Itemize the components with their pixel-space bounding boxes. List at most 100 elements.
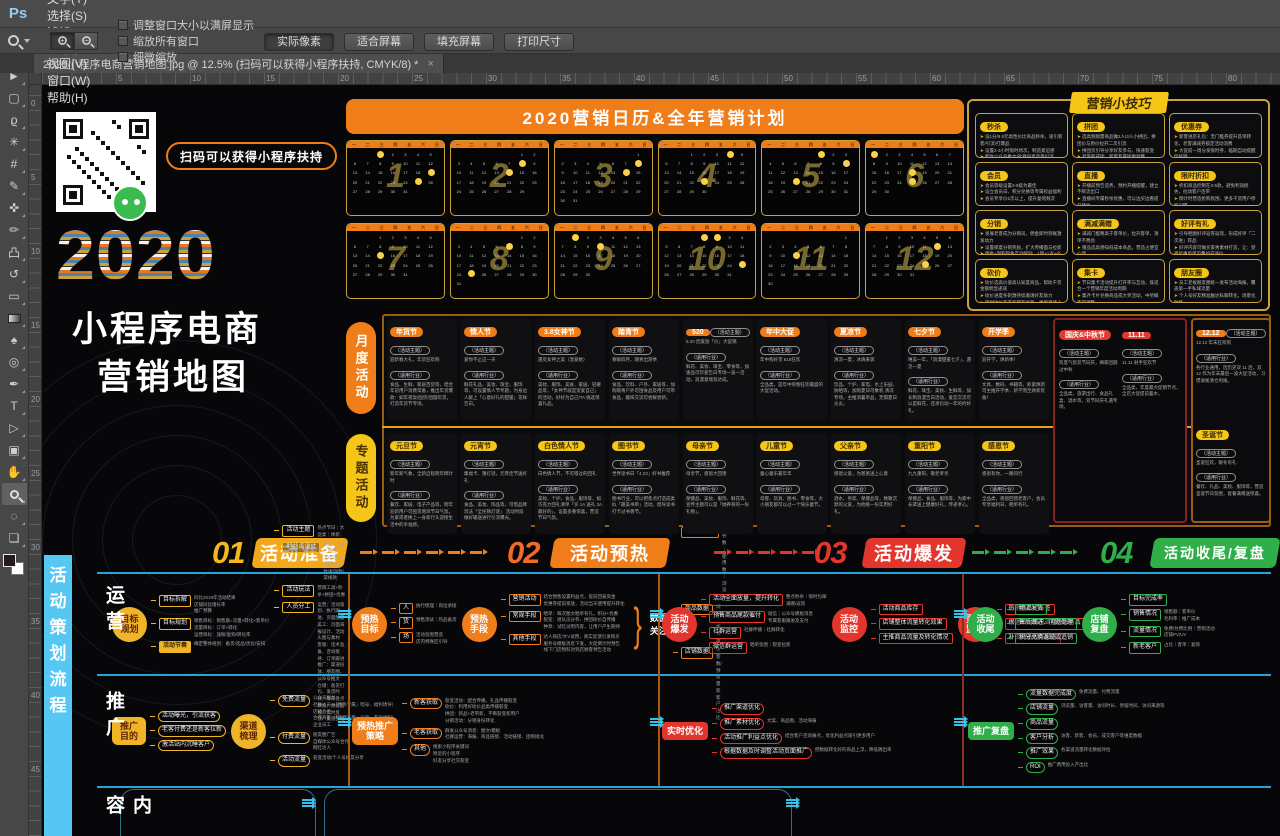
color-swatches[interactable] — [3, 554, 25, 576]
eyedropper-tool[interactable]: ✎ — [2, 175, 27, 197]
gradient-tool[interactable] — [2, 307, 27, 329]
magic-wand-icon: ✳ — [9, 135, 19, 149]
weekday-label: 四 — [809, 141, 813, 148]
weekday-label: 日 — [539, 224, 543, 231]
vertical-ruler[interactable]: 051015202530354045 — [29, 85, 42, 836]
theme-label: （活动主题） — [982, 346, 1022, 355]
menu-item[interactable]: 帮助(H) — [36, 89, 101, 106]
lasso-tool[interactable]: ϱ — [2, 109, 27, 131]
theme-text: 春暖四月，踏青出游季 — [612, 357, 676, 364]
option-button[interactable]: 适合屏幕 — [344, 33, 414, 51]
branch-line: 浏览量、访客量、访问时长、停留时间、访问来源等 — [1061, 703, 1165, 710]
qr-module — [126, 166, 130, 170]
arrow-dash — [736, 551, 748, 554]
flow-cluster: 活动 监控活动商品库存店铺整体流量转化效果主推商品流量及转化情况 — [832, 604, 953, 645]
tip-bullet: ➤ 砍价进度条刺激持续邀请好友助力 — [980, 293, 1063, 300]
quick-mask-icon[interactable]: ◌ — [2, 505, 27, 527]
clone-stamp-tool[interactable]: 凸 — [2, 241, 27, 263]
calendar-day: 19 — [480, 263, 488, 268]
menu-item[interactable]: 窗口(W) — [36, 72, 101, 89]
arrow-icon — [650, 610, 660, 612]
option-button[interactable]: 填充屏幕 — [424, 33, 494, 51]
option-button[interactable]: 实际像素 — [264, 33, 334, 51]
calendar-day: 6 — [946, 235, 954, 240]
calendar-day: 31 — [908, 272, 916, 277]
flow-arrows — [786, 799, 796, 807]
foreground-color-swatch[interactable] — [3, 554, 16, 567]
pen-tool[interactable]: ✒ — [2, 373, 27, 395]
calendar-day: 11 — [584, 170, 592, 175]
zoom-tool[interactable] — [2, 483, 27, 505]
brush-tool[interactable]: ✏ — [2, 219, 27, 241]
marquee-tool[interactable]: ▢ — [2, 87, 27, 109]
flow-branch: 活动曝光，引流获客 — [150, 711, 226, 723]
checkbox-icon[interactable] — [118, 52, 128, 62]
calendar-day: 20 — [675, 263, 683, 268]
calendar-day: 29 — [571, 272, 579, 277]
industry-text: 各行业通用，因历史双 11 后，双 12 作为年末最后一波大促活动，习惯收尾清仓… — [1196, 365, 1266, 385]
zoom-out-button[interactable]: − — [74, 32, 98, 50]
branch-label: 活动全面放量，提升转化 — [709, 594, 783, 606]
industry-text: 全品类，旅游出行、食品礼盒、酒水等，双节同庆礼遇专场。 — [1059, 391, 1118, 411]
canvas[interactable]: 扫码可以获得小程序扶持 2020 小程序电商 营销地图 2020营销日历&全年营… — [42, 85, 1280, 836]
horizontal-ruler[interactable]: 5101520253035404550556065707580 — [42, 73, 1280, 85]
option-checkbox[interactable]: 调整窗口大小以满屏显示 — [118, 17, 254, 33]
dodge-tool[interactable]: ◎ — [2, 351, 27, 373]
blur-tool[interactable]: ♠ — [2, 329, 27, 351]
screen-mode-icon[interactable]: ❏ — [2, 527, 27, 549]
calendar-day: 18 — [792, 263, 800, 268]
calendar-day: 7 — [505, 244, 513, 249]
checkbox-icon[interactable] — [118, 20, 128, 30]
flow-branch: 新客获取裂变活动：配合传播，礼品传播裂变砍价：利用好砍价品类传播裂变拼团：新品+… — [402, 698, 544, 725]
qr-module — [101, 141, 105, 145]
option-button[interactable]: 打印尺寸 — [504, 33, 574, 51]
calendar-day: 7 — [622, 161, 630, 166]
branch-lines: 各渠道流量转化数据评估 — [1061, 747, 1111, 754]
close-icon[interactable]: × — [427, 58, 433, 70]
flow-branch: 客户分析访客、新客、会员、成交客户等维度数据 — [1018, 733, 1165, 745]
ruler-number: 75 — [1154, 74, 1163, 83]
calendar-day: 7 — [505, 161, 513, 166]
option-checkbox[interactable]: 细微缩放 — [118, 49, 254, 65]
industry-text: 保健品、美妆、服饰、鲜花等，宣传主题可以是「她养育的一份礼物」。 — [686, 496, 750, 516]
type-tool[interactable]: T — [2, 395, 27, 417]
calendar-day: 12 — [933, 244, 941, 249]
path-selection-tool[interactable]: ▷ — [2, 417, 27, 439]
activity-card: 父亲节（活动主题）感恩父爱，为爸爸送上心意（适用行业）酒水、男装、保健品等，致敬… — [831, 433, 901, 534]
checkbox-icon[interactable] — [118, 36, 128, 46]
blur-icon: ♠ — [11, 333, 17, 347]
healing-brush-tool[interactable]: ✜ — [2, 197, 27, 219]
tip-card-label: 朋友圈 — [1174, 268, 1209, 278]
industry-text: 食品、生鲜、家居百货等，结合年前用户消费常备，推出年货爆款：如年夜饭/囤货/团圆… — [390, 382, 454, 408]
menu-item[interactable]: 选择(S) — [36, 7, 101, 24]
hand-tool[interactable]: ✋ — [2, 461, 27, 483]
special-activity-label: 专题活动 — [346, 434, 376, 522]
calendar-day: 27 — [634, 263, 642, 268]
calendar-weekday-header: 一二三四五六日 — [866, 224, 963, 231]
menu-item[interactable]: 视图(V) — [36, 55, 101, 72]
theme-text: 圣诞狂欢，暖冬有礼 — [1196, 460, 1266, 467]
branch-label: 场 — [399, 632, 413, 644]
phase-chip: 活动预热 — [549, 538, 670, 568]
qr-module — [82, 170, 86, 174]
eraser-tool[interactable]: ▭ — [2, 285, 27, 307]
calendar-day: 25 — [738, 263, 746, 268]
arrow-dash — [1060, 551, 1072, 554]
option-checkbox[interactable]: 缩放所有窗口 — [118, 33, 254, 49]
bullet-icon: ➤ — [980, 251, 985, 254]
shape-tool[interactable]: ▣ — [2, 439, 27, 461]
zoom-tool-indicator[interactable] — [8, 35, 42, 46]
theme-text: 童心童乐嘉年华 — [760, 471, 824, 478]
calendar-day: 21 — [804, 180, 812, 185]
industry-label: （适用行业） — [834, 485, 874, 494]
weekday-label: 三 — [899, 224, 903, 231]
history-brush-tool[interactable]: ↺ — [2, 263, 27, 285]
calendar-day: 19 — [596, 180, 604, 185]
calendar-day: 30 — [584, 272, 592, 277]
zoom-in-button[interactable]: + — [50, 32, 74, 50]
calendar-day: 26 — [480, 272, 488, 277]
weekday-label: 日 — [435, 224, 439, 231]
calendar-day: 24 — [726, 263, 734, 268]
crop-tool[interactable]: # — [2, 153, 27, 175]
magic-wand-tool[interactable]: ✳ — [2, 131, 27, 153]
